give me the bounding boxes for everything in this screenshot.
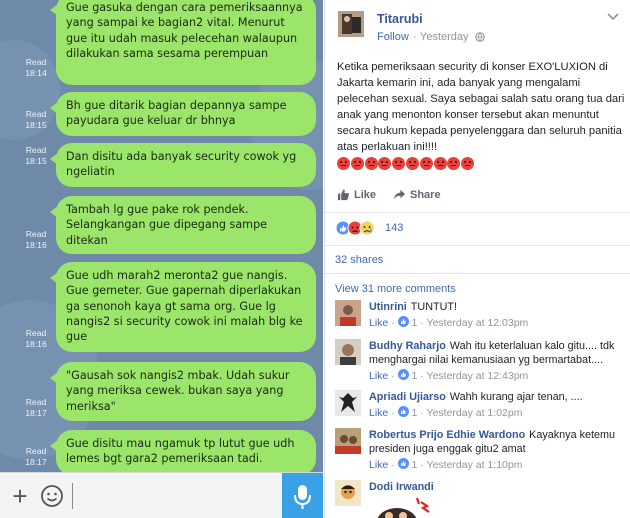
- comment-timestamp[interactable]: Yesterday at 1:02pm: [427, 407, 523, 419]
- view-more-comments-link[interactable]: View 31 more comments: [335, 283, 456, 295]
- shares-link[interactable]: 32 shares: [335, 254, 383, 266]
- comment-text: Wahh kurang ajar tenan, ....: [449, 391, 583, 403]
- like-label: Like: [354, 188, 377, 201]
- avatar[interactable]: [335, 390, 361, 416]
- comment-like-link[interactable]: Like: [369, 370, 388, 382]
- like-button[interactable]: Like: [337, 188, 376, 201]
- read-receipt: Read 18:17: [25, 397, 47, 418]
- avatar[interactable]: [335, 300, 361, 326]
- comment-meta: Like · 1 · Yesterday at 12:43pm: [369, 369, 529, 382]
- comment-author[interactable]: Dodi Irwandi: [369, 481, 434, 493]
- comment-meta: Like · 1 · Yesterday at 1:02pm: [369, 406, 523, 419]
- chat-message: Bh gue ditarik bagian depannya sampe pay…: [50, 92, 316, 136]
- chat-message: "Gausah sok nangis2 mbak. Udah sukur yan…: [50, 362, 316, 421]
- avatar[interactable]: [335, 480, 361, 506]
- chat-screenshot: Gue gasuka dengan cara pemeriksaannya ya…: [0, 0, 323, 518]
- chat-message: Tambah lg gue pake rok pendek. Selangkan…: [50, 196, 316, 254]
- avatar[interactable]: [335, 339, 361, 365]
- comment-like-count: 1: [411, 317, 418, 329]
- comment-like-link[interactable]: Like: [369, 407, 388, 419]
- comment-author[interactable]: Apriadi Ujiarso: [369, 391, 446, 403]
- chat-message: Dan disitu ada banyak security cowok yg …: [50, 143, 316, 187]
- comment-author[interactable]: Robertus Prijo Edhie Wardono: [369, 429, 525, 441]
- reaction-count: 143: [385, 222, 404, 234]
- profile-photo-icon: [335, 480, 361, 506]
- profile-photo-icon: [335, 390, 361, 416]
- comment-timestamp[interactable]: Yesterday at 12:43pm: [427, 370, 529, 382]
- comment-like-link[interactable]: Like: [369, 317, 388, 329]
- angry-emoji-icon: [447, 157, 461, 171]
- emoji-icon[interactable]: [40, 484, 64, 508]
- angry-emoji-icon: [419, 157, 433, 171]
- post-text: Ketika pemeriksaan security di konser EX…: [337, 61, 625, 153]
- reaction-icons: [335, 220, 375, 236]
- voice-message-button[interactable]: [282, 473, 323, 518]
- thumbs-up-icon: [337, 189, 349, 201]
- message-input[interactable]: [72, 483, 272, 509]
- comment-body: Budhy Raharjo Wah itu keterlaluan kalo gi…: [369, 339, 621, 383]
- angry-emoji-row: [337, 155, 475, 171]
- reactions-summary[interactable]: 143: [335, 220, 403, 236]
- angry-emoji-icon: [378, 157, 392, 171]
- chevron-down-icon[interactable]: [607, 13, 619, 21]
- globe-icon: [475, 32, 485, 42]
- read-receipt: Read 18:16: [25, 229, 47, 250]
- comment-timestamp[interactable]: Yesterday at 1:10pm: [427, 459, 523, 471]
- avatar[interactable]: [338, 11, 364, 37]
- comment-body: Robertus Prijo Edhie Wardono Kayaknya ket…: [369, 428, 621, 472]
- angry-emoji-icon: [405, 157, 419, 171]
- angry-emoji-icon: [433, 157, 447, 171]
- read-receipt: Read 18:15: [25, 109, 47, 130]
- comment-text: TUNTUT!: [410, 301, 457, 313]
- follow-link[interactable]: Follow: [377, 31, 409, 43]
- read-receipt: Read 18:16: [25, 328, 47, 349]
- chat-message: Gue gasuka dengan cara pemeriksaannya ya…: [50, 0, 316, 85]
- comment-like-count: 1: [411, 407, 418, 419]
- angry-emoji-icon: [392, 157, 406, 171]
- profile-photo-icon: [335, 300, 361, 326]
- comment-body: Apriadi Ujiarso Wahh kurang ajar tenan, .…: [369, 390, 621, 420]
- read-receipt: Read 18:14: [25, 57, 47, 78]
- profile-photo-icon: [335, 339, 361, 365]
- angry-emoji-icon: [350, 157, 364, 171]
- message-composer: +: [0, 472, 323, 518]
- comment-author[interactable]: Utinrini: [369, 301, 407, 313]
- comment-body: Dodi Irwandi: [369, 480, 621, 494]
- avatar[interactable]: [335, 428, 361, 454]
- profile-photo-icon: [335, 428, 361, 454]
- comment-like-link[interactable]: Like: [369, 459, 388, 471]
- thumbs-up-icon: [397, 369, 409, 380]
- post-author[interactable]: Titarubi: [377, 12, 423, 26]
- share-label: Share: [410, 188, 441, 201]
- profile-photo-icon: [338, 11, 364, 37]
- separator-dot: ·: [413, 31, 417, 43]
- thumbs-up-icon: [397, 458, 409, 469]
- divider: [325, 245, 630, 246]
- read-receipt: Read 18:15: [25, 145, 47, 166]
- share-button[interactable]: Share: [393, 188, 441, 201]
- chat-message: Gue udh marah2 meronta2 gue nangis. Gue …: [50, 262, 316, 352]
- microphone-icon: [294, 485, 311, 509]
- chat-message: Gue disitu mau ngamuk tp lutut gue udh l…: [50, 430, 316, 475]
- comment-timestamp[interactable]: Yesterday at 12:03pm: [427, 317, 529, 329]
- comment-body: Utinrini TUNTUT! Like · 1 · Yesterday at …: [369, 300, 621, 330]
- share-icon: [393, 189, 406, 200]
- comment-like-count: 1: [411, 459, 418, 471]
- facebook-post: Titarubi Follow · Yesterday Ketika pemer…: [324, 0, 630, 518]
- thumbs-up-icon: [397, 316, 409, 327]
- angry-emoji-icon: [337, 157, 350, 171]
- add-attachment-button[interactable]: +: [6, 482, 34, 510]
- thumbs-up-icon: [397, 406, 409, 417]
- divider: [325, 273, 630, 274]
- comment-author[interactable]: Budhy Raharjo: [369, 340, 446, 352]
- angry-emoji-icon: [461, 157, 475, 171]
- comment-like-count: 1: [411, 370, 418, 382]
- post-timestamp[interactable]: Yesterday: [420, 31, 469, 43]
- divider: [325, 212, 630, 213]
- sticker-icon: [377, 497, 430, 518]
- angry-emoji-icon: [364, 157, 378, 171]
- comment-meta: Like · 1 · Yesterday at 12:03pm: [369, 316, 529, 329]
- read-receipt: Read 18:17: [25, 446, 47, 467]
- comment-meta: Like · 1 · Yesterday at 1:10pm: [369, 458, 523, 471]
